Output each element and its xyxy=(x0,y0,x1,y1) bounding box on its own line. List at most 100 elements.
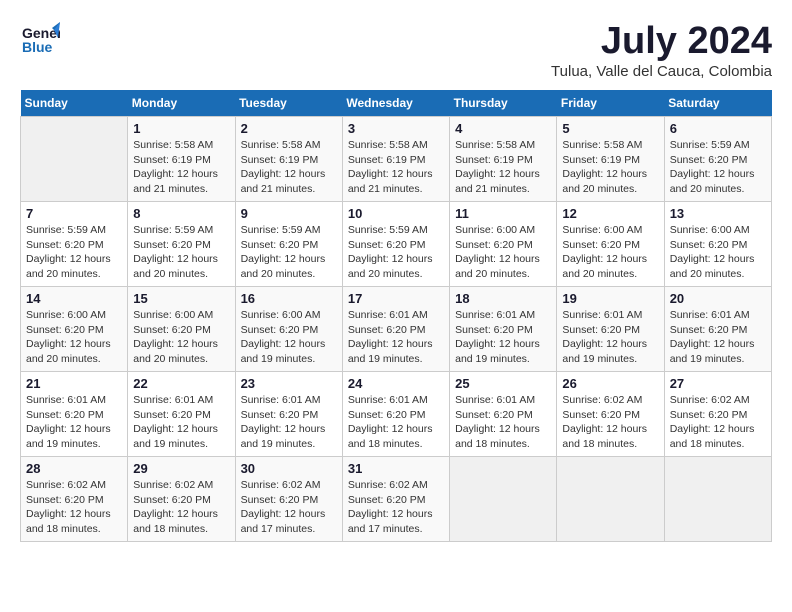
day-number: 17 xyxy=(348,291,444,306)
day-info: Sunrise: 6:00 AMSunset: 6:20 PMDaylight:… xyxy=(26,308,122,367)
weekday-header-friday: Friday xyxy=(557,90,664,117)
day-number: 12 xyxy=(562,206,658,221)
calendar-cell: 15Sunrise: 6:00 AMSunset: 6:20 PMDayligh… xyxy=(128,287,235,372)
day-info: Sunrise: 6:01 AMSunset: 6:20 PMDaylight:… xyxy=(562,308,658,367)
day-number: 13 xyxy=(670,206,766,221)
calendar-cell: 6Sunrise: 5:59 AMSunset: 6:20 PMDaylight… xyxy=(664,117,771,202)
day-info: Sunrise: 6:01 AMSunset: 6:20 PMDaylight:… xyxy=(455,393,551,452)
calendar-cell: 27 Sunrise: 6:02 AMSunset: 6:20 PMDayligh… xyxy=(664,372,771,457)
day-number: 3 xyxy=(348,121,444,136)
day-info: Sunrise: 6:01 AMSunset: 6:20 PMDaylight:… xyxy=(670,308,766,367)
day-info: Sunrise: 6:01 AMSunset: 6:20 PMDaylight:… xyxy=(348,308,444,367)
day-info: Sunrise: 5:59 AMSunset: 6:20 PMDaylight:… xyxy=(670,138,766,197)
calendar-cell: 3 Sunrise: 5:58 AMSunset: 6:19 PMDaylight… xyxy=(342,117,449,202)
calendar-cell: 29 Sunrise: 6:02 AMSunset: 6:20 PMDayligh… xyxy=(128,457,235,542)
day-info: Sunrise: 6:00 AMSunset: 6:20 PMDaylight:… xyxy=(241,308,337,367)
day-number: 2 xyxy=(241,121,337,136)
calendar-week-3: 14 Sunrise: 6:00 AMSunset: 6:20 PMDayligh… xyxy=(21,287,772,372)
day-number: 23 xyxy=(241,376,337,391)
day-info: Sunrise: 6:00 AMSunset: 6:20 PMDaylight:… xyxy=(133,308,229,367)
calendar-cell: 13 Sunrise: 6:00 AMSunset: 6:20 PMDayligh… xyxy=(664,202,771,287)
day-number: 14 xyxy=(26,291,122,306)
day-info: Sunrise: 5:59 AMSunset: 6:20 PMDaylight:… xyxy=(26,223,122,282)
calendar-cell: 16 Sunrise: 6:00 AMSunset: 6:20 PMDayligh… xyxy=(235,287,342,372)
calendar-cell xyxy=(664,457,771,542)
weekday-header-row: SundayMondayTuesdayWednesdayThursdayFrid… xyxy=(21,90,772,117)
day-info: Sunrise: 5:58 AMSunset: 6:19 PMDaylight:… xyxy=(455,138,551,197)
calendar-cell: 9 Sunrise: 5:59 AMSunset: 6:20 PMDaylight… xyxy=(235,202,342,287)
day-info: Sunrise: 5:59 AMSunset: 6:20 PMDaylight:… xyxy=(133,223,229,282)
calendar-cell: 24 Sunrise: 6:01 AMSunset: 6:20 PMDayligh… xyxy=(342,372,449,457)
logo: General Blue xyxy=(20,20,60,65)
calendar-cell: 7Sunrise: 5:59 AMSunset: 6:20 PMDaylight… xyxy=(21,202,128,287)
day-info: Sunrise: 6:02 AMSunset: 6:20 PMDaylight:… xyxy=(670,393,766,452)
day-info: Sunrise: 6:02 AMSunset: 6:20 PMDaylight:… xyxy=(133,478,229,537)
day-info: Sunrise: 5:59 AMSunset: 6:20 PMDaylight:… xyxy=(241,223,337,282)
calendar-cell: 8 Sunrise: 5:59 AMSunset: 6:20 PMDaylight… xyxy=(128,202,235,287)
calendar-cell: 22Sunrise: 6:01 AMSunset: 6:20 PMDayligh… xyxy=(128,372,235,457)
page-header: General Blue July 2024 Tulua, Valle del … xyxy=(20,20,772,80)
calendar-cell: 17 Sunrise: 6:01 AMSunset: 6:20 PMDayligh… xyxy=(342,287,449,372)
day-info: Sunrise: 6:02 AMSunset: 6:20 PMDaylight:… xyxy=(562,393,658,452)
calendar-cell: 4 Sunrise: 5:58 AMSunset: 6:19 PMDaylight… xyxy=(450,117,557,202)
day-number: 25 xyxy=(455,376,551,391)
calendar-cell: 23Sunrise: 6:01 AMSunset: 6:20 PMDayligh… xyxy=(235,372,342,457)
calendar-cell: 25 Sunrise: 6:01 AMSunset: 6:20 PMDayligh… xyxy=(450,372,557,457)
calendar-week-4: 21Sunrise: 6:01 AMSunset: 6:20 PMDayligh… xyxy=(21,372,772,457)
day-info: Sunrise: 5:58 AMSunset: 6:19 PMDaylight:… xyxy=(241,138,337,197)
calendar-cell: 21Sunrise: 6:01 AMSunset: 6:20 PMDayligh… xyxy=(21,372,128,457)
calendar-cell: 5Sunrise: 5:58 AMSunset: 6:19 PMDaylight… xyxy=(557,117,664,202)
calendar-table: SundayMondayTuesdayWednesdayThursdayFrid… xyxy=(20,90,772,542)
day-number: 11 xyxy=(455,206,551,221)
day-info: Sunrise: 6:01 AMSunset: 6:20 PMDaylight:… xyxy=(455,308,551,367)
day-number: 9 xyxy=(241,206,337,221)
calendar-cell: 26 Sunrise: 6:02 AMSunset: 6:20 PMDayligh… xyxy=(557,372,664,457)
day-info: Sunrise: 6:01 AMSunset: 6:20 PMDaylight:… xyxy=(348,393,444,452)
calendar-cell: 18 Sunrise: 6:01 AMSunset: 6:20 PMDayligh… xyxy=(450,287,557,372)
day-number: 31 xyxy=(348,461,444,476)
weekday-header-saturday: Saturday xyxy=(664,90,771,117)
calendar-cell: 30 Sunrise: 6:02 AMSunset: 6:20 PMDayligh… xyxy=(235,457,342,542)
location-title: Tulua, Valle del Cauca, Colombia xyxy=(551,63,772,80)
day-number: 24 xyxy=(348,376,444,391)
calendar-week-5: 28 Sunrise: 6:02 AMSunset: 6:20 PMDayligh… xyxy=(21,457,772,542)
day-number: 29 xyxy=(133,461,229,476)
calendar-cell: 28 Sunrise: 6:02 AMSunset: 6:20 PMDayligh… xyxy=(21,457,128,542)
day-number: 27 xyxy=(670,376,766,391)
calendar-cell: 11 Sunrise: 6:00 AMSunset: 6:20 PMDayligh… xyxy=(450,202,557,287)
day-number: 26 xyxy=(562,376,658,391)
day-info: Sunrise: 6:02 AMSunset: 6:20 PMDaylight:… xyxy=(26,478,122,537)
day-info: Sunrise: 6:02 AMSunset: 6:20 PMDaylight:… xyxy=(348,478,444,537)
day-info: Sunrise: 6:00 AMSunset: 6:20 PMDaylight:… xyxy=(670,223,766,282)
calendar-cell: 1Sunrise: 5:58 AMSunset: 6:19 PMDaylight… xyxy=(128,117,235,202)
title-section: July 2024 Tulua, Valle del Cauca, Colomb… xyxy=(551,20,772,80)
day-number: 30 xyxy=(241,461,337,476)
calendar-cell: 31 Sunrise: 6:02 AMSunset: 6:20 PMDayligh… xyxy=(342,457,449,542)
day-number: 18 xyxy=(455,291,551,306)
weekday-header-tuesday: Tuesday xyxy=(235,90,342,117)
day-number: 16 xyxy=(241,291,337,306)
day-number: 20 xyxy=(670,291,766,306)
day-info: Sunrise: 5:58 AMSunset: 6:19 PMDaylight:… xyxy=(348,138,444,197)
logo-icon: General Blue xyxy=(20,20,60,65)
day-number: 4 xyxy=(455,121,551,136)
day-info: Sunrise: 6:00 AMSunset: 6:20 PMDaylight:… xyxy=(455,223,551,282)
calendar-cell: 20 Sunrise: 6:01 AMSunset: 6:20 PMDayligh… xyxy=(664,287,771,372)
day-number: 8 xyxy=(133,206,229,221)
day-number: 5 xyxy=(562,121,658,136)
calendar-cell: 14 Sunrise: 6:00 AMSunset: 6:20 PMDayligh… xyxy=(21,287,128,372)
calendar-cell: 2 Sunrise: 5:58 AMSunset: 6:19 PMDaylight… xyxy=(235,117,342,202)
month-title: July 2024 xyxy=(551,20,772,63)
calendar-cell: 12 Sunrise: 6:00 AMSunset: 6:20 PMDayligh… xyxy=(557,202,664,287)
day-info: Sunrise: 6:00 AMSunset: 6:20 PMDaylight:… xyxy=(562,223,658,282)
weekday-header-wednesday: Wednesday xyxy=(342,90,449,117)
day-info: Sunrise: 6:01 AMSunset: 6:20 PMDaylight:… xyxy=(26,393,122,452)
weekday-header-thursday: Thursday xyxy=(450,90,557,117)
day-info: Sunrise: 5:59 AMSunset: 6:20 PMDaylight:… xyxy=(348,223,444,282)
day-number: 28 xyxy=(26,461,122,476)
day-info: Sunrise: 6:02 AMSunset: 6:20 PMDaylight:… xyxy=(241,478,337,537)
svg-text:Blue: Blue xyxy=(22,39,53,55)
calendar-cell xyxy=(21,117,128,202)
day-number: 19 xyxy=(562,291,658,306)
weekday-header-monday: Monday xyxy=(128,90,235,117)
